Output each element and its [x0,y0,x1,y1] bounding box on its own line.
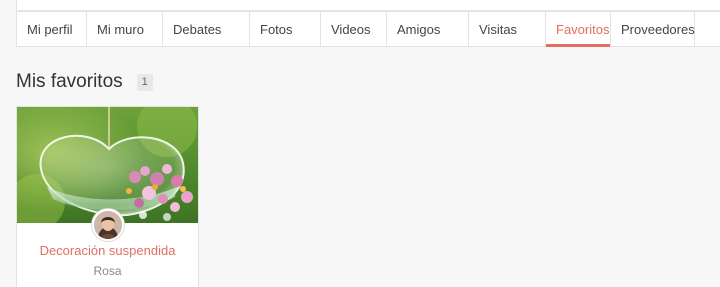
tab-proveedores[interactable]: Proveedores [611,12,695,46]
favorite-author: Rosa [93,264,122,278]
section-heading: Mis favoritos 1 [16,71,153,93]
tab-videos[interactable]: Videos [321,12,387,46]
tab-mi-perfil[interactable]: Mi perfil [17,12,87,46]
tab-favoritos[interactable]: Favoritos [546,12,611,47]
tab-fotos[interactable]: Fotos [250,12,321,46]
page-title: Mis favoritos [16,71,123,92]
profile-tabs: Mi perfil Mi muro Debates Fotos Videos A… [16,11,720,47]
favorites-count-badge: 1 [136,73,153,91]
favorite-photo[interactable] [17,107,198,223]
tab-mi-muro[interactable]: Mi muro [87,12,163,46]
author-avatar[interactable] [92,209,124,241]
tab-amigos[interactable]: Amigos [387,12,469,46]
tab-visitas[interactable]: Visitas [469,12,546,46]
favorite-card[interactable]: Decoración suspendida Rosa [16,106,199,287]
top-strip [16,0,720,11]
favorite-title-link[interactable]: Decoración suspendida [17,243,198,258]
tab-debates[interactable]: Debates [163,12,250,46]
